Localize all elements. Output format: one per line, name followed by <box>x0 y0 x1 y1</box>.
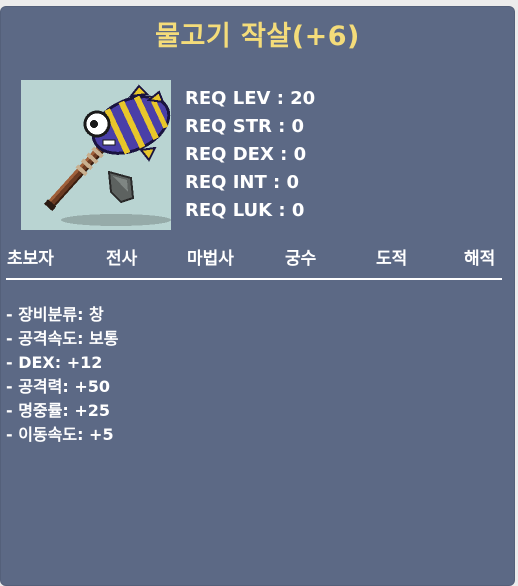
req-str: REQ STR : 0 <box>185 116 305 137</box>
job-thief: 도적 <box>376 249 408 269</box>
stat-equip-type: - 장비분류: 창 <box>6 305 104 324</box>
stat-accuracy: - 명중률: +25 <box>6 401 111 420</box>
job-list: 초보자 전사 마법사 궁수 도적 해적 <box>0 244 515 274</box>
req-dex: REQ DEX : 0 <box>185 144 307 165</box>
job-warrior: 전사 <box>106 249 138 269</box>
requirements-list: REQ LEV : 20 REQ STR : 0 REQ DEX : 0 REQ… <box>185 85 315 225</box>
stat-attack-speed: - 공격속도: 보통 <box>6 329 119 348</box>
job-archer: 궁수 <box>285 249 317 269</box>
stat-attack: - 공격력: +50 <box>6 377 111 396</box>
job-beginner: 초보자 <box>7 249 54 269</box>
req-level: REQ LEV : 20 <box>185 88 316 109</box>
job-pirate: 해적 <box>464 249 496 269</box>
stat-dex: - DEX: +12 <box>6 353 103 372</box>
req-int: REQ INT : 0 <box>185 172 300 193</box>
fish-harpoon-icon <box>21 80 171 230</box>
divider <box>6 278 502 280</box>
req-luk: REQ LUK : 0 <box>185 200 305 221</box>
item-tooltip: 물고기 작살(+6) REQ LEV: 20 REQ STR: 0 REQ … <box>0 6 515 586</box>
stat-speed: - 이동속도: +5 <box>6 425 114 444</box>
job-magician: 마법사 <box>187 249 234 269</box>
item-name: 물고기 작살(+6) <box>155 21 360 52</box>
stats-list: - 장비분류: 창 - 공격속도: 보통 - DEX: +12 - 공격력: +… <box>6 303 119 447</box>
